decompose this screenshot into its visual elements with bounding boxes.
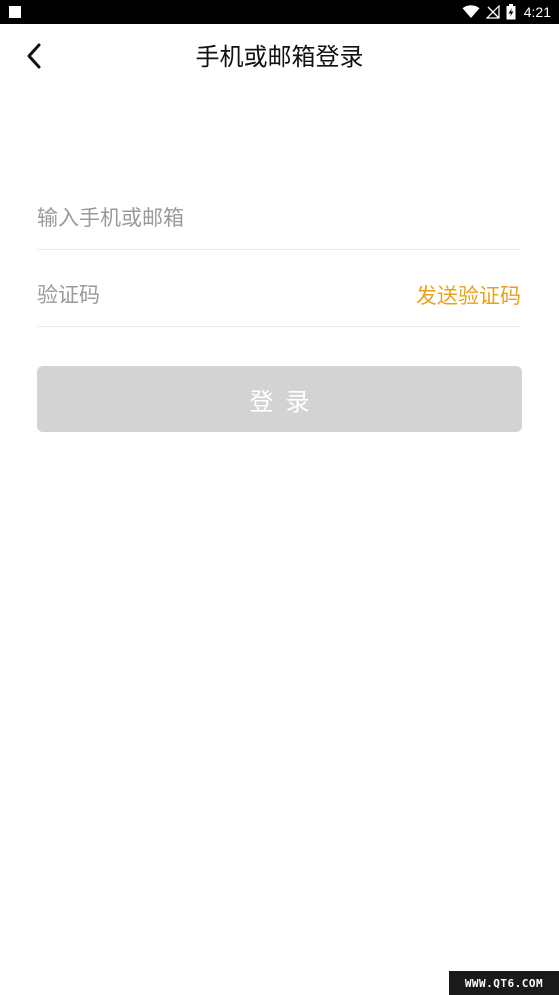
header: 手机或邮箱登录 [0,24,559,90]
notification-square-icon [9,6,21,18]
verification-code-input[interactable] [37,278,377,312]
verification-code-field: 发送验证码 [37,266,521,327]
no-signal-icon [485,5,500,19]
account-input[interactable] [37,201,377,235]
send-code-button[interactable]: 发送验证码 [416,282,521,310]
wifi-icon [462,5,480,18]
page-title: 手机或邮箱登录 [195,43,364,71]
status-time: 4:21 [523,4,551,20]
watermark: WWW.QT6.COM [449,971,559,995]
login-button[interactable]: 登录 [37,366,522,432]
battery-charging-icon [506,4,516,20]
status-icons: 4:21 [462,0,551,24]
account-field [37,189,521,250]
status-bar: 4:21 [0,0,559,24]
